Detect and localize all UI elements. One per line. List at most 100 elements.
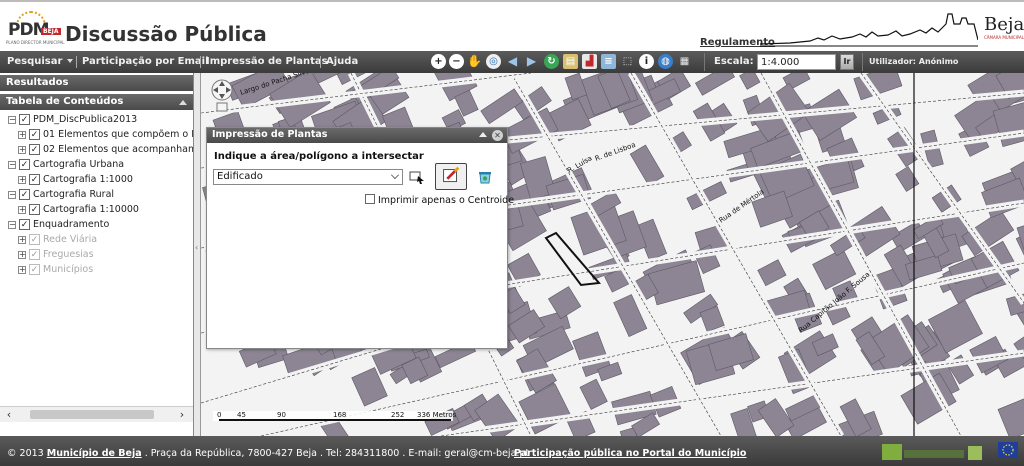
- tree-item[interactable]: + ✓ Rede Viária: [0, 233, 193, 248]
- portal-link[interactable]: Participação pública no Portal do Municí…: [514, 448, 746, 459]
- expand-icon[interactable]: +: [18, 266, 26, 274]
- tree-item[interactable]: + ✓ Municípios: [0, 263, 193, 278]
- collapse-icon[interactable]: −: [8, 161, 16, 169]
- toc-panel-header[interactable]: Tabela de Conteúdos: [0, 94, 193, 110]
- footer-address: . Praça da República, 7800-427 Beja . Te…: [144, 448, 530, 459]
- tree-item[interactable]: + ✓ Cartografia 1:1000: [0, 173, 193, 188]
- toc-title: Tabela de Conteúdos: [6, 96, 124, 107]
- layer-checkbox[interactable]: ✓: [29, 204, 40, 215]
- tree-item[interactable]: − ✓ PDM_DiscPublica2013: [0, 113, 193, 128]
- scale-go-button[interactable]: Ir: [840, 54, 854, 70]
- tree-item[interactable]: − ✓ Enquadramento: [0, 218, 193, 233]
- layer-checkbox[interactable]: ✓: [19, 159, 30, 170]
- zoom-in-icon[interactable]: +: [431, 54, 446, 69]
- layer-checkbox[interactable]: ✓: [29, 174, 40, 185]
- scroll-left-icon[interactable]: ‹: [2, 408, 16, 422]
- results-panel-header[interactable]: Resultados: [0, 75, 193, 91]
- collapse-icon[interactable]: −: [8, 221, 16, 229]
- horizontal-scrollbar[interactable]: ‹ ›: [0, 406, 193, 422]
- scalebar-label: 45: [237, 411, 246, 419]
- expand-icon[interactable]: +: [18, 131, 26, 139]
- layer-checkbox[interactable]: ✓: [29, 264, 40, 275]
- minimize-icon[interactable]: [479, 132, 487, 137]
- tree-item-label: Rede Viária: [43, 234, 98, 245]
- layer-checkbox[interactable]: ✓: [19, 114, 30, 125]
- layer-checkbox[interactable]: ✓: [29, 249, 40, 260]
- partner-logos: [882, 442, 1018, 460]
- layer-checkbox[interactable]: ✓: [19, 219, 30, 230]
- info-icon[interactable]: i: [639, 54, 654, 69]
- tree-item[interactable]: − ✓ Cartografia Rural: [0, 188, 193, 203]
- skyline-icon: [760, 13, 978, 47]
- logo-tag: BEJA: [41, 28, 61, 35]
- menu-ajuda[interactable]: Ajuda: [326, 56, 358, 67]
- print-dialog: Impressão de Plantas ✕ Indique a área/po…: [206, 127, 514, 349]
- back-icon[interactable]: ◀: [505, 54, 520, 69]
- print-icon[interactable]: ▦: [677, 54, 692, 69]
- collapse-icon[interactable]: −: [8, 116, 16, 124]
- partner-logo-icon: [882, 444, 902, 460]
- menu-separator: [320, 56, 321, 68]
- dialog-header[interactable]: Impressão de Plantas ✕: [207, 128, 507, 143]
- tree-item[interactable]: +✓02 Elementos que acompanham o Plano: [0, 143, 193, 158]
- dialog-title: Impressão de Plantas: [212, 129, 328, 140]
- scrollbar-thumb[interactable]: [30, 410, 154, 419]
- toolbar-divider: [862, 53, 863, 71]
- zoom-slider-handle[interactable]: [216, 102, 228, 112]
- scale-input[interactable]: [757, 54, 836, 70]
- pan-hand-icon[interactable]: ✋: [467, 54, 482, 69]
- menu-participacao-email[interactable]: Participação por Email: [82, 56, 209, 67]
- globe-icon[interactable]: ◍: [658, 54, 673, 69]
- expand-icon[interactable]: +: [18, 251, 26, 259]
- municipio-link[interactable]: Município de Beja: [47, 448, 142, 459]
- brand-name: Beja: [984, 14, 1024, 35]
- brand-subtitle: CÂMARA MUNICIPAL: [984, 35, 1024, 40]
- layers-icon[interactable]: ≡: [601, 54, 616, 69]
- collapse-icon[interactable]: [179, 100, 187, 105]
- layer-checkbox[interactable]: ✓: [29, 144, 40, 155]
- tree-item[interactable]: + ✓ Cartografia 1:10000: [0, 203, 193, 218]
- centroid-checkbox[interactable]: [365, 194, 375, 204]
- beja-brand: Beja CÂMARA MUNICIPAL: [984, 14, 1024, 48]
- close-icon[interactable]: ✕: [492, 130, 503, 141]
- zoom-extent-icon[interactable]: ◎: [486, 54, 501, 69]
- draw-polygon-icon[interactable]: [435, 163, 467, 190]
- clear-selection-icon[interactable]: [477, 169, 493, 185]
- expand-icon[interactable]: +: [18, 146, 26, 154]
- forward-icon[interactable]: ▶: [524, 54, 539, 69]
- results-title: Resultados: [6, 77, 69, 88]
- layer-checkbox[interactable]: ✓: [19, 189, 30, 200]
- collapse-icon[interactable]: −: [8, 191, 16, 199]
- sidebar: Resultados Tabela de Conteúdos − ✓ PDM_Dis…: [0, 73, 194, 436]
- splitter-grip-icon[interactable]: ‹: [195, 243, 198, 252]
- sidebar-splitter[interactable]: ‹: [194, 73, 201, 436]
- pan-control[interactable]: [209, 78, 235, 112]
- expand-icon[interactable]: +: [18, 176, 26, 184]
- bookmark-icon[interactable]: ▤: [563, 54, 578, 69]
- layer-checkbox[interactable]: ✓: [29, 234, 40, 245]
- refresh-icon[interactable]: ↻: [544, 54, 559, 69]
- centroid-option[interactable]: Imprimir apenas o Centroide: [365, 194, 514, 206]
- tree-item[interactable]: + ✓ Freguesias: [0, 248, 193, 263]
- tree-item[interactable]: − ✓ Cartografia Urbana: [0, 158, 193, 173]
- menu-impressao-plantas[interactable]: Impressão de Plantas: [206, 56, 328, 67]
- footer: © 2013 Município de Beja . Praça da Repú…: [0, 436, 1024, 466]
- zoom-out-icon[interactable]: −: [449, 54, 464, 69]
- menu-pesquisar[interactable]: Pesquisar: [7, 56, 74, 67]
- layer-select[interactable]: Edificado: [213, 169, 403, 185]
- select-feature-icon[interactable]: [409, 169, 426, 185]
- scroll-right-icon[interactable]: ›: [175, 408, 189, 422]
- partner-logo-icon: [968, 446, 982, 460]
- expand-icon[interactable]: +: [18, 236, 26, 244]
- tree-item-label: Enquadramento: [33, 219, 110, 230]
- tree-item-label: Freguesias: [43, 249, 94, 260]
- layer-checkbox[interactable]: ✓: [29, 129, 40, 140]
- scalebar-label: 168: [333, 411, 346, 419]
- layer-select-value: Edificado: [217, 171, 263, 182]
- scale-label: Escala:: [714, 56, 754, 67]
- tree-item-label: Cartografia Urbana: [33, 159, 125, 170]
- select-icon[interactable]: ⬚: [620, 54, 635, 69]
- tree-item[interactable]: +✓01 Elementos que compõem o Plano: [0, 128, 193, 143]
- expand-icon[interactable]: +: [18, 206, 26, 214]
- measure-icon[interactable]: ▟: [582, 54, 597, 69]
